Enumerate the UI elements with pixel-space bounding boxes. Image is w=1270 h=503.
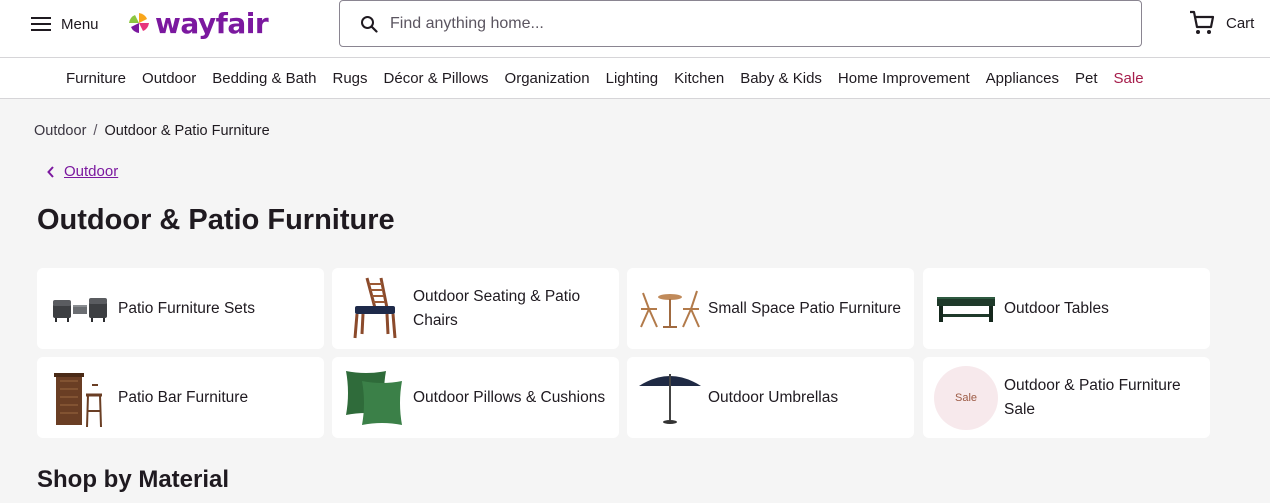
pillows-icon [337, 363, 413, 433]
breadcrumb: Outdoor / Outdoor & Patio Furniture [34, 123, 270, 139]
category-card[interactable]: Patio Furniture Sets [37, 268, 324, 349]
cart-label: Cart [1226, 14, 1255, 32]
section-title: Shop by Material [37, 466, 230, 493]
category-label: Small Space Patio Furniture [708, 299, 901, 317]
nav-item-organization[interactable]: Organization [497, 70, 598, 87]
nav-item-kitchen[interactable]: Kitchen [666, 70, 732, 87]
category-card[interactable]: Sale Outdoor & Patio Furniture Sale [923, 357, 1210, 438]
bar-set-icon [42, 363, 118, 433]
category-label: Outdoor Seating & Patio Chairs [413, 287, 581, 329]
nav-item-lighting[interactable]: Lighting [598, 70, 667, 87]
category-nav: Furniture Outdoor Bedding & Bath Rugs Dé… [0, 58, 1270, 99]
nav-item-sale[interactable]: Sale [1106, 70, 1152, 87]
nav-item-decor-pillows[interactable]: Décor & Pillows [376, 70, 497, 87]
category-label: Outdoor Tables [1004, 299, 1109, 317]
search-input[interactable] [390, 14, 1090, 33]
nav-item-baby-kids[interactable]: Baby & Kids [732, 70, 830, 87]
search-icon [361, 15, 378, 33]
category-card[interactable]: Small Space Patio Furniture [627, 268, 914, 349]
cart-icon [1190, 10, 1215, 34]
menu-label: Menu [61, 15, 99, 33]
category-label: Patio Furniture Sets [118, 299, 255, 317]
category-card[interactable]: Outdoor Seating & Patio Chairs [332, 268, 619, 349]
category-card[interactable]: Outdoor Tables [923, 268, 1210, 349]
hamburger-icon [31, 17, 51, 31]
sale-badge: Sale [934, 365, 998, 430]
nav-item-appliances[interactable]: Appliances [978, 70, 1067, 87]
patio-sets-icon [42, 274, 118, 344]
nav-item-pet[interactable]: Pet [1067, 70, 1106, 87]
wayfair-logo[interactable]: wayfair [127, 6, 269, 40]
search-bar[interactable] [339, 0, 1142, 47]
category-card[interactable]: Outdoor Umbrellas [627, 357, 914, 438]
chevron-left-icon [47, 165, 54, 178]
outdoor-table-icon [928, 274, 1004, 344]
patio-chair-icon [337, 274, 413, 344]
page-title: Outdoor & Patio Furniture [37, 204, 395, 236]
cart-button[interactable]: Cart [1188, 9, 1254, 37]
sale-badge-icon: Sale [928, 363, 1004, 433]
nav-item-outdoor[interactable]: Outdoor [134, 70, 204, 87]
nav-item-bedding-bath[interactable]: Bedding & Bath [204, 70, 324, 87]
back-link[interactable]: Outdoor [47, 163, 118, 180]
category-label: Patio Bar Furniture [118, 388, 249, 406]
menu-button[interactable]: Menu [31, 12, 99, 36]
breadcrumb-current: Outdoor & Patio Furniture [104, 123, 270, 139]
back-link-label: Outdoor [64, 163, 119, 180]
category-label: Outdoor & Patio Furniture Sale [1004, 376, 1181, 418]
logo-text: wayfair [155, 6, 269, 40]
top-header: Menu wayfair Cart [0, 0, 1270, 58]
category-label: Outdoor Pillows & Cushions [413, 388, 606, 406]
nav-item-rugs[interactable]: Rugs [324, 70, 375, 87]
breadcrumb-parent[interactable]: Outdoor [34, 123, 86, 139]
bistro-set-icon [632, 274, 708, 344]
category-label: Outdoor Umbrellas [708, 388, 839, 406]
category-card[interactable]: Outdoor Pillows & Cushions [332, 357, 619, 438]
category-grid: Patio Furniture Sets Outdoor Seating & P… [37, 268, 1210, 438]
category-card[interactable]: Patio Bar Furniture [37, 357, 324, 438]
nav-item-furniture[interactable]: Furniture [58, 70, 134, 87]
nav-item-home-improvement[interactable]: Home Improvement [830, 70, 978, 87]
logo-pinwheel-icon [129, 13, 149, 33]
umbrella-icon [632, 363, 708, 433]
breadcrumb-separator: / [93, 123, 98, 139]
